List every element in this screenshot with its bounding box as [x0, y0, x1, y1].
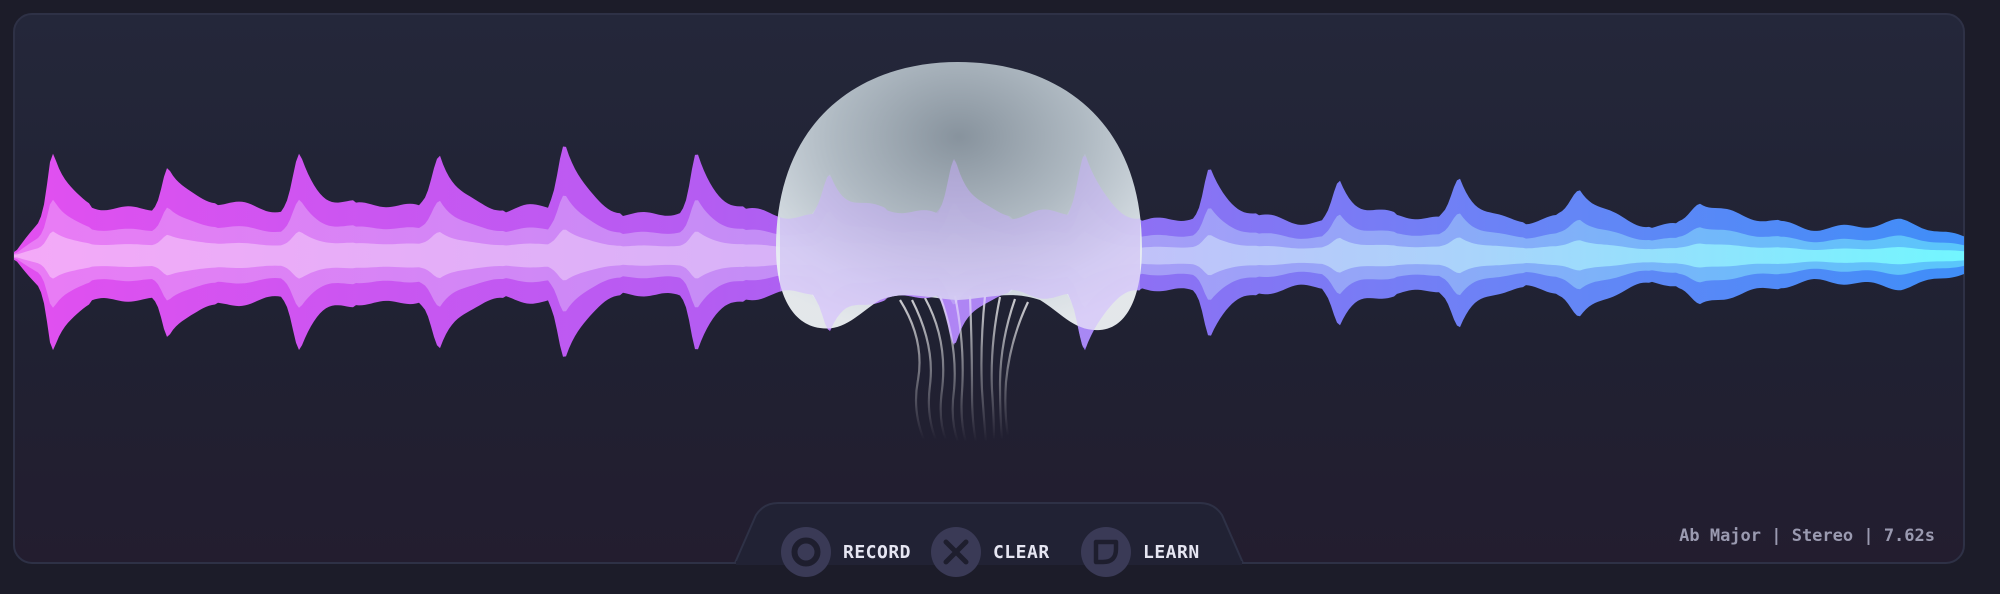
clear-label: CLEAR — [993, 541, 1050, 563]
waveform-through-bell — [780, 156, 1140, 348]
learn-button[interactable]: LEARN — [1081, 527, 1200, 577]
learn-label: LEARN — [1143, 541, 1200, 563]
leaf-tag-icon — [1081, 527, 1131, 577]
ring-icon — [781, 527, 831, 577]
record-button[interactable]: RECORD — [781, 527, 911, 577]
visualizer-canvas — [13, 13, 1965, 565]
x-icon — [931, 527, 981, 577]
audio-visualizer-app: RECORD CLEAR LEARN Ab Major | Stereo | 7… — [0, 0, 2000, 594]
status-readout: Ab Major | Stereo | 7.62s — [1679, 526, 1935, 546]
clear-button[interactable]: CLEAR — [931, 527, 1050, 577]
record-label: RECORD — [843, 541, 912, 563]
